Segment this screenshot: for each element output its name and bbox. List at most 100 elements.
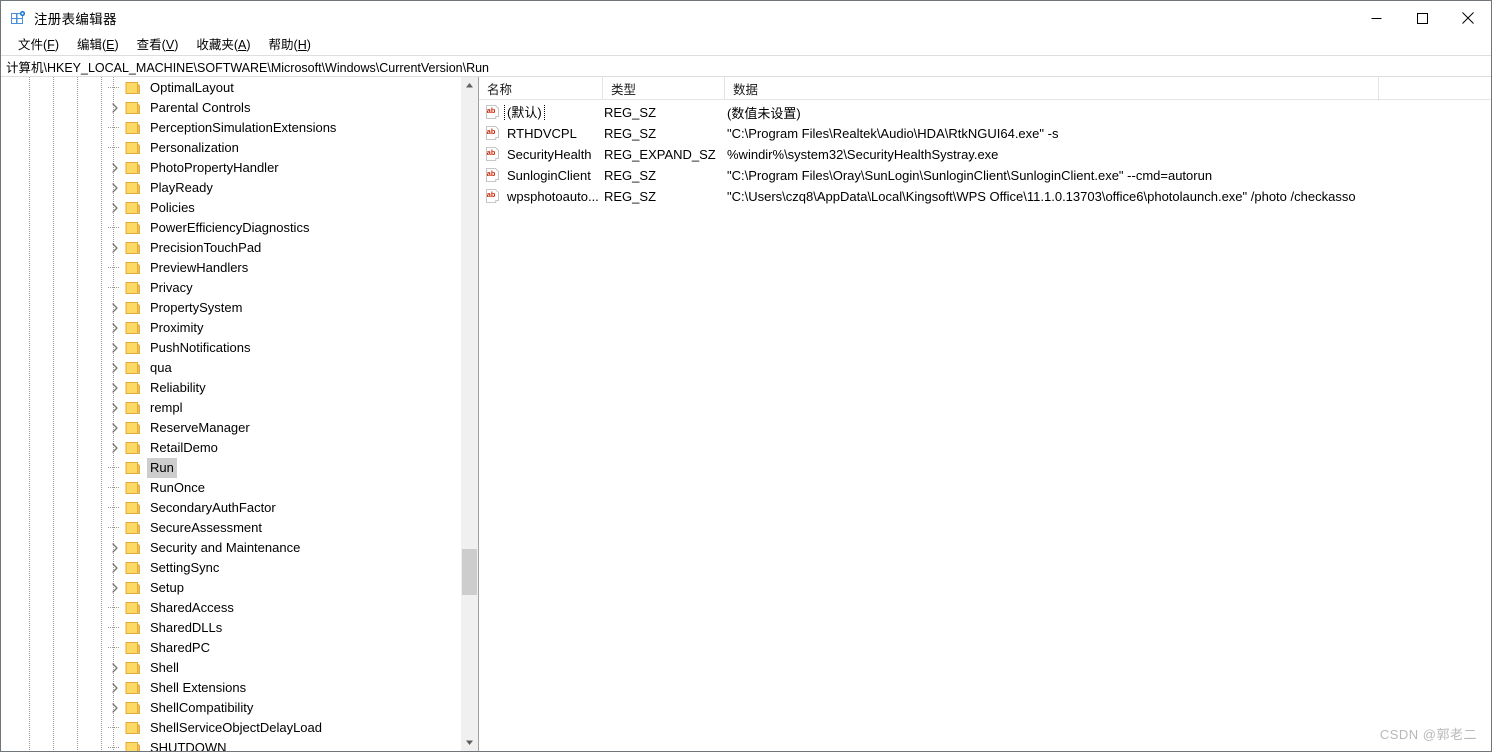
folder-icon [125, 561, 141, 575]
minimize-button[interactable] [1353, 1, 1399, 35]
address-bar[interactable]: 计算机\HKEY_LOCAL_MACHINE\SOFTWARE\Microsof… [1, 55, 1491, 77]
registry-tree-node[interactable]: ShellCompatibility [1, 698, 448, 718]
registry-tree-node[interactable]: Policies [1, 198, 448, 218]
folder-icon [125, 281, 141, 295]
column-header-name[interactable]: 名称 [479, 77, 602, 99]
registry-tree-node[interactable]: PrecisionTouchPad [1, 238, 448, 258]
registry-tree-node[interactable]: SecondaryAuthFactor [1, 498, 448, 518]
registry-value-row[interactable]: ab (默认) REG_SZ (数值未设置) [479, 102, 1491, 123]
scroll-down-arrow[interactable] [461, 734, 478, 751]
tree-node-label: PrecisionTouchPad [150, 240, 262, 255]
menu-file-tail: ) [54, 38, 59, 52]
chevron-right-icon[interactable] [105, 298, 125, 318]
registry-tree-node[interactable]: Shell Extensions [1, 678, 448, 698]
chevron-right-icon[interactable] [105, 678, 125, 698]
registry-tree-node[interactable]: rempl [1, 398, 448, 418]
registry-tree-node[interactable]: OptimalLayout [1, 78, 448, 98]
registry-tree-node[interactable]: ReserveManager [1, 418, 448, 438]
registry-path: 计算机\HKEY_LOCAL_MACHINE\SOFTWARE\Microsof… [6, 60, 489, 75]
chevron-right-icon[interactable] [105, 378, 125, 398]
registry-tree-node[interactable]: PhotoPropertyHandler [1, 158, 448, 178]
value-data-cell: "C:\Program Files\Oray\SunLogin\Sunlogin… [727, 168, 1213, 183]
registry-tree-node[interactable]: qua [1, 358, 448, 378]
chevron-right-icon[interactable] [105, 418, 125, 438]
chevron-right-icon[interactable] [105, 398, 125, 418]
folder-icon [125, 241, 141, 255]
chevron-right-icon[interactable] [105, 198, 125, 218]
registry-tree-node[interactable]: Privacy [1, 278, 448, 298]
registry-value-row[interactable]: ab RTHDVCPL REG_SZ "C:\Program Files\Realte… [479, 123, 1491, 144]
registry-tree-node[interactable]: PreviewHandlers [1, 258, 448, 278]
menu-view[interactable]: 查看(V) [128, 35, 188, 55]
registry-tree-node[interactable]: Run [1, 458, 448, 478]
registry-tree-node[interactable]: PowerEfficiencyDiagnostics [1, 218, 448, 238]
registry-editor-window: 注册表编辑器 文件(F) 编辑(E) 查看(V) 收藏夹(A) 帮助(H) 计算… [0, 0, 1492, 752]
menu-help-accel: H [297, 38, 307, 52]
registry-value-row[interactable]: ab SecurityHealth REG_EXPAND_SZ %windir%\sy… [479, 144, 1491, 165]
scroll-up-arrow[interactable] [461, 77, 478, 94]
maximize-button[interactable] [1399, 1, 1445, 35]
registry-tree-node[interactable]: SharedAccess [1, 598, 448, 618]
menu-help[interactable]: 帮助(H) [260, 35, 320, 55]
registry-value-row[interactable]: ab wpsphotoauto... REG_SZ "C:\Users\czq8\Ap… [479, 186, 1491, 207]
string-value-icon: ab [485, 147, 500, 162]
registry-tree-node[interactable]: PerceptionSimulationExtensions [1, 118, 448, 138]
value-name-label: RTHDVCPL [507, 125, 577, 141]
registry-tree-node[interactable]: Reliability [1, 378, 448, 398]
tree-line-connector [105, 738, 125, 751]
registry-tree-node[interactable]: RunOnce [1, 478, 448, 498]
registry-tree-node[interactable]: Shell [1, 658, 448, 678]
folder-icon [125, 661, 141, 675]
registry-tree-node[interactable]: Security and Maintenance [1, 538, 448, 558]
chevron-right-icon[interactable] [105, 558, 125, 578]
registry-tree-node[interactable]: ShellServiceObjectDelayLoad [1, 718, 448, 738]
menu-favorites[interactable]: 收藏夹(A) [187, 35, 259, 55]
registry-tree-node[interactable]: RetailDemo [1, 438, 448, 458]
registry-tree-node[interactable]: SharedPC [1, 638, 448, 658]
registry-tree-node[interactable]: SecureAssessment [1, 518, 448, 538]
registry-tree-node[interactable]: SharedDLLs [1, 618, 448, 638]
value-name-label: (默认) [504, 104, 545, 121]
column-divider-data-end[interactable] [1378, 77, 1379, 101]
registry-tree-node[interactable]: Personalization [1, 138, 448, 158]
registry-tree-node[interactable]: SettingSync [1, 558, 448, 578]
registry-tree-node[interactable]: Proximity [1, 318, 448, 338]
chevron-right-icon[interactable] [105, 158, 125, 178]
folder-icon [125, 681, 141, 695]
menu-view-text: 查看( [136, 38, 166, 52]
column-header-type[interactable]: 类型 [602, 77, 724, 99]
chevron-right-icon[interactable] [105, 178, 125, 198]
menu-edit[interactable]: 编辑(E) [68, 35, 128, 55]
registry-tree-node[interactable]: PropertySystem [1, 298, 448, 318]
menu-file[interactable]: 文件(F) [9, 35, 68, 55]
registry-tree-node[interactable]: Setup [1, 578, 448, 598]
close-button[interactable] [1445, 1, 1491, 35]
column-header-data[interactable]: 数据 [724, 77, 1491, 99]
folder-icon [125, 481, 141, 495]
value-name-label: SecurityHealth [507, 146, 592, 162]
chevron-right-icon[interactable] [105, 438, 125, 458]
tree-node-label: Reliability [150, 380, 206, 395]
tree-line-connector [105, 458, 125, 478]
chevron-right-icon[interactable] [105, 98, 125, 118]
chevron-right-icon[interactable] [105, 698, 125, 718]
chevron-right-icon[interactable] [105, 538, 125, 558]
value-type-cell: REG_SZ [604, 189, 657, 204]
tree-scrollbar-thumb[interactable] [462, 549, 477, 595]
registry-value-row[interactable]: ab SunloginClient REG_SZ "C:\Program Files\… [479, 165, 1491, 186]
folder-icon [125, 101, 141, 115]
chevron-right-icon[interactable] [105, 338, 125, 358]
tree-line-connector [105, 118, 125, 138]
tree-vertical-scrollbar[interactable] [460, 77, 478, 751]
chevron-right-icon[interactable] [105, 658, 125, 678]
registry-tree-node[interactable]: Parental Controls [1, 98, 448, 118]
chevron-right-icon[interactable] [105, 358, 125, 378]
chevron-right-icon[interactable] [105, 238, 125, 258]
chevron-right-icon[interactable] [105, 578, 125, 598]
value-data-cell: %windir%\system32\SecurityHealthSystray.… [727, 147, 999, 162]
registry-tree-node[interactable]: PlayReady [1, 178, 448, 198]
registry-tree-node[interactable]: PushNotifications [1, 338, 448, 358]
registry-tree-node[interactable]: SHUTDOWN [1, 738, 448, 751]
chevron-right-icon[interactable] [105, 318, 125, 338]
tree-line-connector [105, 478, 125, 498]
